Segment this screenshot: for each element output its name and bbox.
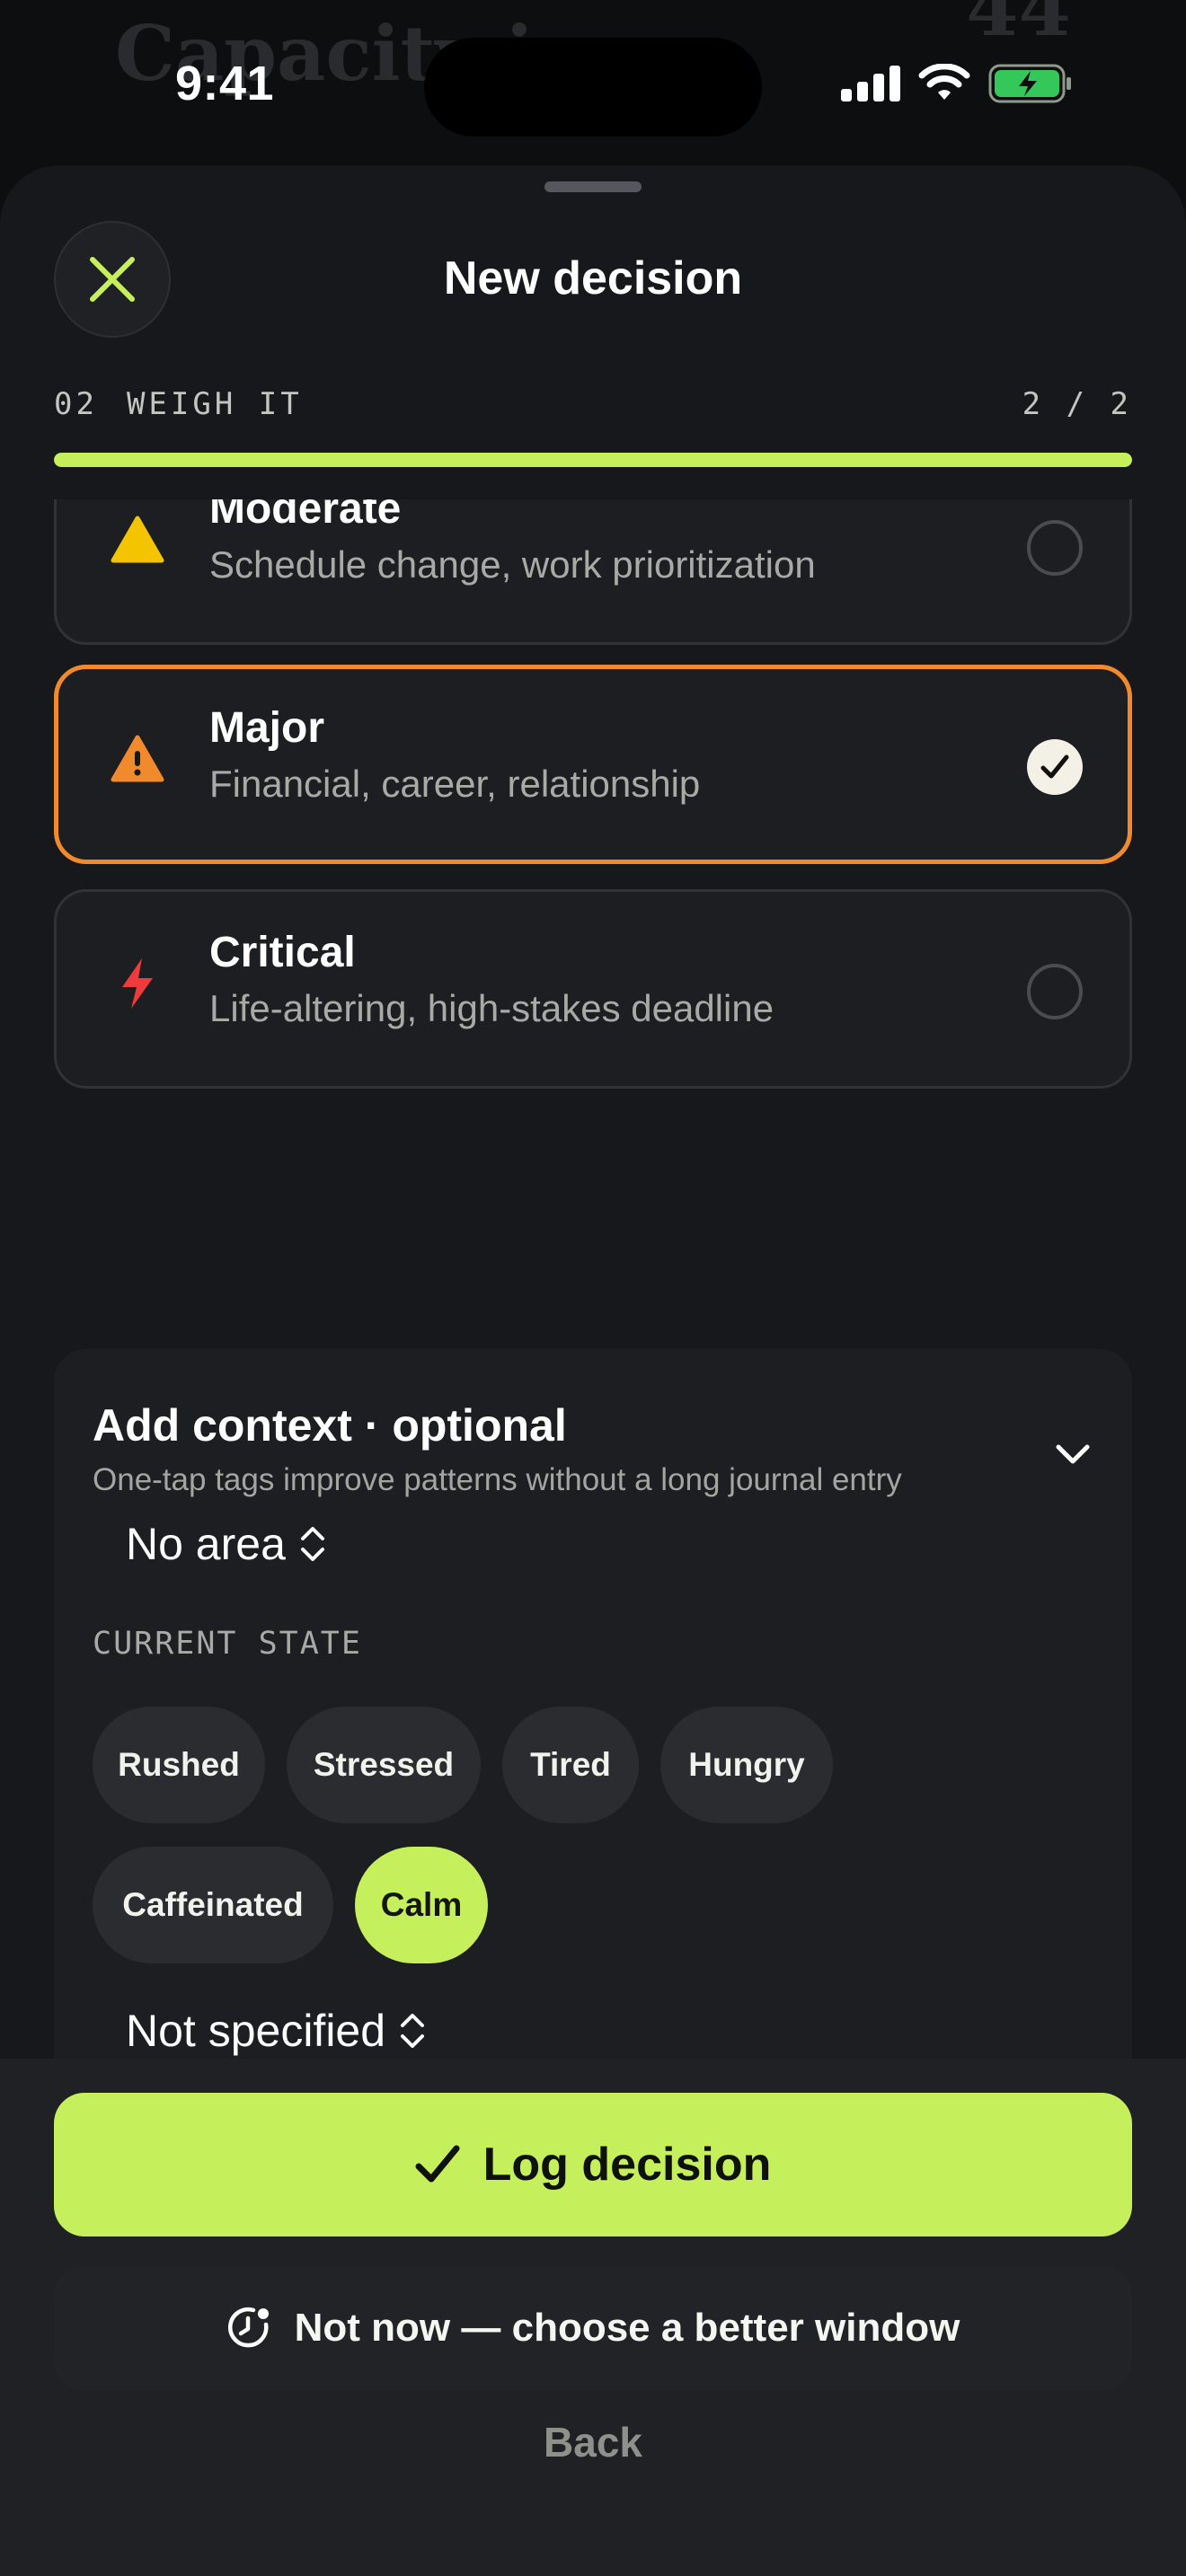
- status-icons: [841, 63, 1073, 104]
- area-picker-value: No area: [126, 1519, 286, 1569]
- current-state-label: CURRENT STATE: [93, 1626, 362, 1662]
- not-now-button[interactable]: Not now — choose a better window: [54, 2265, 1132, 2391]
- step-number: 02: [54, 386, 98, 422]
- context-subtitle: One-tap tags improve patterns without a …: [93, 1462, 902, 1497]
- up-down-chevron-icon: [300, 1527, 324, 1561]
- option-radio[interactable]: [1027, 964, 1083, 1019]
- checkmark-icon: [1040, 754, 1069, 779]
- chip-caffeinated[interactable]: Caffeinated: [93, 1847, 333, 1963]
- clock-snooze-icon: [227, 2307, 269, 2348]
- option-subtitle: Financial, career, relationship: [209, 763, 701, 805]
- option-moderate[interactable]: Moderate Schedule change, work prioritiz…: [54, 499, 1132, 645]
- collapse-context-button[interactable]: [1046, 1432, 1100, 1477]
- alert-triangle-icon: [111, 732, 164, 786]
- sheet-scroll-area[interactable]: Moderate Schedule change, work prioritiz…: [0, 499, 1186, 2059]
- context-title: Add context · optional: [93, 1400, 567, 1451]
- option-radio-checked[interactable]: [1027, 739, 1083, 795]
- sheet-title: New decision: [443, 252, 743, 304]
- chip-hungry[interactable]: Hungry: [660, 1707, 833, 1823]
- second-picker-value: Not specified: [126, 2006, 386, 2056]
- lightning-bolt-icon: [111, 957, 164, 1010]
- progress-bar: [54, 453, 1132, 467]
- progress-fill: [54, 453, 1132, 467]
- option-title: Major: [209, 704, 325, 752]
- chip-tired[interactable]: Tired: [502, 1707, 639, 1823]
- warning-triangle-icon: [111, 513, 164, 567]
- new-decision-sheet: New decision 02 WEIGH IT 2 / 2 Moderate S…: [0, 165, 1186, 2576]
- chip-calm[interactable]: Calm: [355, 1847, 488, 1963]
- step-counter: 2 / 2: [1022, 386, 1132, 422]
- option-title: Critical: [209, 929, 356, 976]
- option-major[interactable]: Major Financial, career, relationship: [54, 665, 1132, 864]
- step-name: WEIGH IT: [126, 386, 303, 422]
- background-page-number: 44: [966, 0, 1071, 53]
- back-button[interactable]: Back: [0, 2418, 1186, 2466]
- up-down-chevron-icon: [401, 2014, 425, 2048]
- not-now-label: Not now — choose a better window: [294, 2306, 960, 2350]
- context-card: Add context · optional One-tap tags impr…: [54, 1349, 1132, 2059]
- log-decision-label: Log decision: [482, 2139, 772, 2191]
- sheet-grabber[interactable]: [544, 181, 642, 192]
- chip-rushed[interactable]: Rushed: [93, 1707, 265, 1823]
- area-picker[interactable]: No area: [126, 1518, 327, 1570]
- step-indicator: 02 WEIGH IT 2 / 2: [54, 386, 1132, 422]
- checkmark-icon: [415, 2145, 460, 2183]
- second-picker[interactable]: Not specified: [126, 2005, 427, 2057]
- option-subtitle: Life-altering, high-stakes deadline: [209, 987, 774, 1029]
- action-dock: Log decision Not now — choose a better w…: [0, 2059, 1186, 2576]
- dynamic-island: [424, 38, 762, 137]
- log-decision-button[interactable]: Log decision: [54, 2093, 1132, 2236]
- option-title: Moderate: [209, 499, 402, 533]
- chevron-down-icon: [1056, 1444, 1090, 1464]
- option-subtitle: Schedule change, work prioritization: [209, 543, 816, 586]
- option-radio[interactable]: [1027, 520, 1083, 576]
- option-critical[interactable]: Critical Life-altering, high-stakes dead…: [54, 889, 1132, 1089]
- status-time: 9:41: [175, 57, 275, 110]
- battery-charging-icon: [988, 64, 1071, 103]
- chip-stressed[interactable]: Stressed: [287, 1707, 481, 1823]
- cellular-signal-icon: [841, 66, 900, 101]
- wifi-icon: [918, 64, 970, 100]
